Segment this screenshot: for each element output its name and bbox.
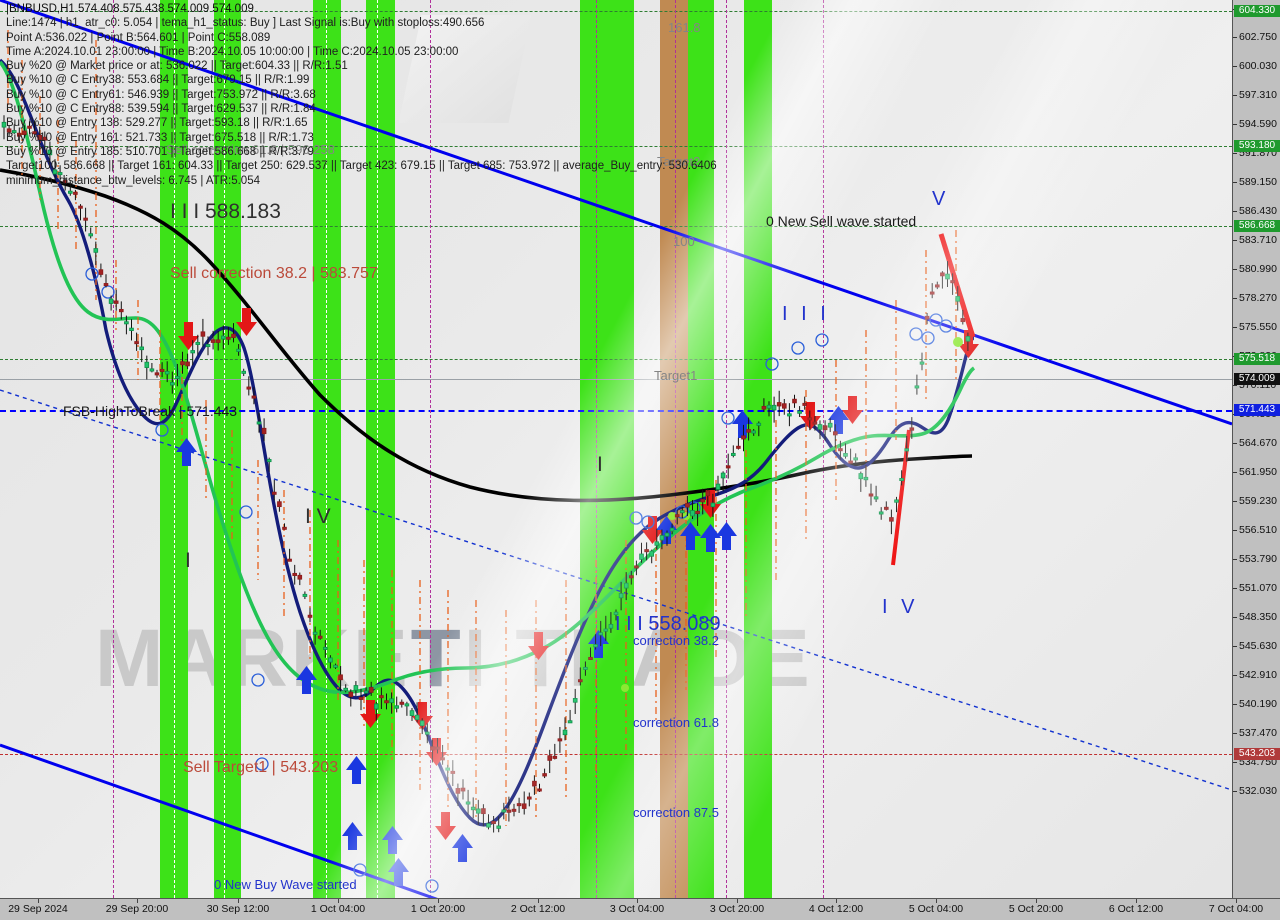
price-tick: 600.030 (1233, 60, 1280, 73)
chart-plot-area[interactable]: MARKETI TRADE |BNBUSD,H1 574.408 575.438… (0, 0, 1232, 898)
price-marker-green[interactable]: 586.668 (1234, 220, 1280, 232)
wave-label-iv-left: I V (305, 505, 331, 528)
fsb-high-to-break: FSB-HighToBreak | 571.443 (63, 403, 238, 419)
target1-level: Target1 (654, 368, 698, 383)
price-tick: 548.350 (1233, 611, 1280, 624)
sell-correction-382: Sell correction 38.2 | 583.757 (170, 265, 378, 282)
price-tick: 597.310 (1233, 89, 1280, 102)
price-tick: 551.070 (1233, 582, 1280, 595)
price-tick: 559.230 (1233, 495, 1280, 508)
correction-382: correction 38.2 (633, 633, 719, 648)
time-tick-label: 6 Oct 12:00 (1108, 903, 1164, 915)
price-tick: 532.030 (1233, 785, 1280, 798)
price-marker-green[interactable]: 593.180 (1234, 140, 1280, 152)
chart-info-line-0: Line:1474 | h1_atr_c0: 5.054 | tema_h1_s… (6, 17, 485, 30)
new-sell-wave: 0 New Sell wave started (766, 213, 917, 229)
time-tick-label: 5 Oct 20:00 (1008, 903, 1064, 915)
wave-label-i-mid: I (597, 453, 603, 476)
price-tick: 586.430 (1233, 205, 1280, 218)
impulse-wave-v (938, 233, 976, 338)
chart-info-line-7: Buy %10 @ Entry 138: 529.277 || Target:5… (6, 117, 308, 130)
wave-label-i-left: I (185, 549, 191, 572)
price-tick: 594.590 (1233, 118, 1280, 131)
time-tick-label: 5 Oct 04:00 (908, 903, 964, 915)
time-tick-label: 4 Oct 12:00 (808, 903, 864, 915)
wave-label-iv-right: I V (882, 596, 919, 618)
time-tick-label: 30 Sep 12:00 (206, 903, 270, 915)
chart-info-line-5: Buy %10 @ C Entry61: 546.939 || Target:7… (6, 88, 316, 101)
price-marker-blue[interactable]: 571.443 (1234, 404, 1280, 416)
price-tick: 583.710 (1233, 234, 1280, 247)
price-tick: 556.510 (1233, 524, 1280, 537)
price-tick: 578.270 (1233, 292, 1280, 305)
price-tick: 542.910 (1233, 669, 1280, 682)
correction-875: correction 87.5 (633, 805, 719, 820)
price-tick: 564.670 (1233, 437, 1280, 450)
time-tick-label: 3 Oct 20:00 (709, 903, 765, 915)
price-marker-green[interactable]: 575.518 (1234, 353, 1280, 365)
chart-info-line-6: Buy %10 @ C Entry88: 539.594 || Target:6… (6, 103, 316, 116)
sell-target1: Sell Target1 | 543.203 (183, 759, 339, 776)
fib-100: 100 (673, 234, 695, 249)
trading-chart-window: MARKETI TRADE |BNBUSD,H1 574.408 575.438… (0, 0, 1280, 920)
price-marker-red[interactable]: 543.203 (1234, 748, 1280, 760)
time-tick-label: 29 Sep 20:00 (105, 903, 169, 915)
chart-info-line-10: Target100: 586.668 || Target 161: 604.33… (6, 160, 717, 173)
chart-info-line-3: Buy %20 @ Market price or at: 536.022 ||… (6, 60, 348, 73)
price-tick: 589.150 (1233, 176, 1280, 189)
price-marker-green[interactable]: 604.330 (1234, 5, 1280, 17)
price-marker-black[interactable]: 574.009 (1234, 373, 1280, 385)
chart-info-header: |BNBUSD,H1 574.408 575.438 574.009 574.0… (6, 2, 986, 188)
wave-label-v: V (932, 188, 950, 210)
price-tick: 545.630 (1233, 640, 1280, 653)
price-tick: 561.950 (1233, 466, 1280, 479)
price-tick: 602.750 (1233, 31, 1280, 44)
price-tick: 537.470 (1233, 727, 1280, 740)
time-axis[interactable]: 29 Sep 2024 29 Sep 20:00 30 Sep 12:00 1 Oct… (0, 898, 1280, 920)
chart-info-line-8: Buy %10 @ Entry 161: 521.733 || Target:6… (6, 131, 314, 144)
time-tick-label: 29 Sep 2024 (8, 903, 68, 915)
chart-info-line-1: Point A:536.022 | Point B:564.601 | Poin… (6, 31, 271, 44)
time-tick-label: 3 Oct 04:00 (609, 903, 665, 915)
new-buy-wave: 0 New Buy Wave started (214, 877, 357, 892)
wave3-high-label: I I I 588.183 (170, 200, 281, 223)
price-tick: 580.990 (1233, 263, 1280, 276)
price-tick: 575.550 (1233, 321, 1280, 334)
wave-label-iii-right: I I I (782, 303, 830, 325)
time-tick-label: 2 Oct 12:00 (510, 903, 566, 915)
price-tick: 540.190 (1233, 698, 1280, 711)
chart-info-line-9: Buy %10 @ Entry 185: 510.701 || Target:5… (6, 145, 314, 158)
time-tick-label: 1 Oct 20:00 (410, 903, 466, 915)
time-tick-label: 7 Oct 04:00 (1208, 903, 1264, 915)
price-tick: 553.790 (1233, 553, 1280, 566)
chart-symbol-line: |BNBUSD,H1 574.408 575.438 574.009 574.0… (6, 3, 254, 15)
chart-info-line-11: minimum_distance_btw_levels: 6.745 | ATR… (6, 174, 260, 187)
chart-info-line-4: Buy %10 @ C Entry38: 553.684 || Target:6… (6, 74, 310, 87)
correction-618: correction 61.8 (633, 715, 719, 730)
chart-info-line-2: Time A:2024.10.01 23:00:00 | Time B:2024… (6, 45, 459, 58)
time-tick-label: 1 Oct 04:00 (310, 903, 366, 915)
price-axis[interactable]: 605.470602.750600.030597.310594.590591.8… (1232, 0, 1280, 898)
